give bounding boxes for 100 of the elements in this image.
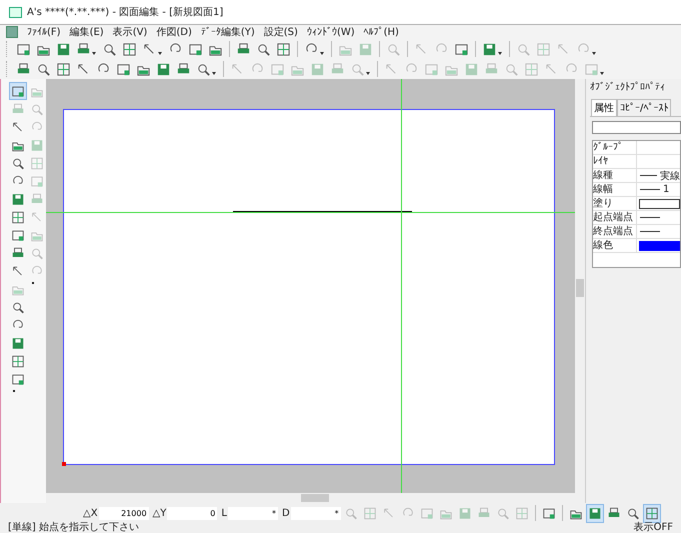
- coordinate-label: L: [221, 508, 227, 518]
- magnifier-icon: [626, 506, 640, 520]
- printer-icon: [176, 62, 191, 76]
- grid-icon: [276, 42, 291, 56]
- magnifier-icon: [496, 506, 510, 520]
- app-icon: [9, 6, 22, 18]
- dropdown-caret-icon: [92, 52, 96, 54]
- grid-icon: [514, 506, 529, 520]
- dropdown-caret-icon: [320, 52, 324, 54]
- menu-item[interactable]: ﾌｧｲﾙ(F): [27, 26, 61, 38]
- property-label: ｸﾞﾙｰﾌﾟ: [593, 141, 637, 155]
- panel-title: ｵﾌﾞｼﾞｪｸﾄﾌﾟﾛﾊﾟﾃｨ: [590, 81, 666, 93]
- grid-icon: [11, 354, 25, 368]
- frame-icon: [270, 62, 285, 76]
- coordinate-field[interactable]: 0: [167, 506, 218, 520]
- property-value: 1: [663, 184, 670, 195]
- property-value: 実線: [660, 170, 680, 182]
- menu-item[interactable]: ﾃﾞｰﾀ編集(Y): [200, 25, 255, 39]
- frame-icon: [11, 372, 25, 386]
- frame-icon: [116, 62, 131, 76]
- frame-icon: [11, 228, 25, 242]
- grid-icon: [362, 506, 377, 520]
- coordinate-label: △Y: [152, 508, 166, 518]
- line-sample: [640, 189, 660, 190]
- frame-icon: [16, 42, 31, 56]
- dropdown-caret-icon: [212, 72, 216, 74]
- scroll-thumb[interactable]: [301, 494, 329, 502]
- grid-icon: [122, 42, 137, 56]
- magnifier-icon: [11, 156, 25, 170]
- input-field[interactable]: [592, 121, 681, 134]
- magnifier-icon: [196, 62, 211, 76]
- grid-icon: [524, 62, 539, 76]
- dropdown-caret-icon: [366, 72, 370, 74]
- color-swatch[interactable]: [639, 240, 680, 250]
- coordinate-label: D: [282, 508, 290, 518]
- menu-item[interactable]: 表示(V): [112, 25, 148, 39]
- magnifier-icon: [30, 246, 44, 260]
- grid-icon: [644, 506, 659, 520]
- coordinate-field[interactable]: 21000: [98, 506, 149, 520]
- magnifier-icon: [36, 62, 51, 76]
- menu-item[interactable]: 設定(S): [264, 25, 298, 39]
- property-label: 起点端点: [593, 211, 637, 225]
- menu-item[interactable]: ﾍﾙﾌﾟ(H): [364, 26, 399, 38]
- property-label: 線色: [593, 239, 637, 253]
- printer-icon: [76, 42, 91, 56]
- document-icon: [6, 26, 18, 38]
- frame-icon: [584, 62, 599, 76]
- menu-item[interactable]: 作図(D): [156, 25, 192, 39]
- property-label: 終点端点: [593, 225, 637, 239]
- dropdown-caret-icon: [600, 72, 604, 74]
- horizontal-scrollbar[interactable]: [46, 493, 585, 503]
- grid-icon: [56, 62, 71, 76]
- printer-icon: [330, 62, 345, 76]
- magnifier-icon: [102, 42, 117, 56]
- drawn-line[interactable]: [233, 211, 412, 212]
- coordinate-label: △X: [83, 508, 98, 518]
- dropdown-caret-icon: [592, 52, 596, 54]
- magnifier-icon: [344, 506, 358, 520]
- magnifier-icon: [516, 42, 531, 56]
- grid-icon: [30, 156, 44, 170]
- dropdown-caret-icon: [498, 52, 502, 54]
- window-title: A's ****(*.**.***) - 図面編集 - [新規図面1]: [27, 6, 224, 19]
- grid-icon: [536, 42, 551, 56]
- panel-tab[interactable]: ｺﾋﾟｰ/ﾍﾟｰｽﾄ: [617, 99, 672, 116]
- menu-item[interactable]: 編集(E): [70, 25, 104, 39]
- coordinate-field[interactable]: *: [228, 506, 278, 520]
- grid-icon: [11, 210, 25, 224]
- printer-icon: [236, 42, 251, 56]
- line-sample: [640, 175, 657, 176]
- frame-icon: [11, 84, 25, 98]
- property-label: 線幅: [593, 183, 637, 197]
- magnifier-icon: [504, 62, 519, 76]
- line-sample: [640, 217, 660, 218]
- property-label: ﾚｲﾔ: [593, 155, 637, 169]
- line-sample: [640, 231, 660, 232]
- drawing-tool-button[interactable]: [9, 82, 27, 100]
- frame-icon: [542, 506, 556, 520]
- frame-icon: [30, 174, 44, 188]
- coordinate-field[interactable]: *: [290, 506, 341, 520]
- view-button[interactable]: [586, 504, 604, 522]
- magnifier-icon: [11, 300, 25, 314]
- magnifier-icon: [30, 102, 44, 116]
- magnifier-icon: [256, 42, 271, 56]
- scroll-thumb[interactable]: [576, 279, 584, 297]
- frame-icon: [188, 42, 203, 56]
- status-indicator: 表示OFF: [634, 523, 673, 533]
- menu-item[interactable]: ｳｨﾝﾄﾞｳ(W): [306, 26, 355, 38]
- frame-icon: [424, 62, 439, 76]
- printer-icon: [16, 62, 31, 76]
- panel-tab[interactable]: 属性: [591, 99, 617, 116]
- fill-swatch[interactable]: [639, 198, 680, 208]
- view-button[interactable]: [642, 504, 661, 522]
- property-label: 塗り: [593, 197, 637, 211]
- magnifier-icon: [386, 42, 401, 56]
- status-message: [単線] 始点を指示して下さい: [8, 523, 139, 533]
- property-label: 線種: [593, 169, 637, 183]
- dropdown-caret-icon: [158, 52, 162, 54]
- magnifier-icon: [350, 62, 365, 76]
- printer-icon: [484, 62, 499, 76]
- origin-marker-icon: [62, 462, 66, 466]
